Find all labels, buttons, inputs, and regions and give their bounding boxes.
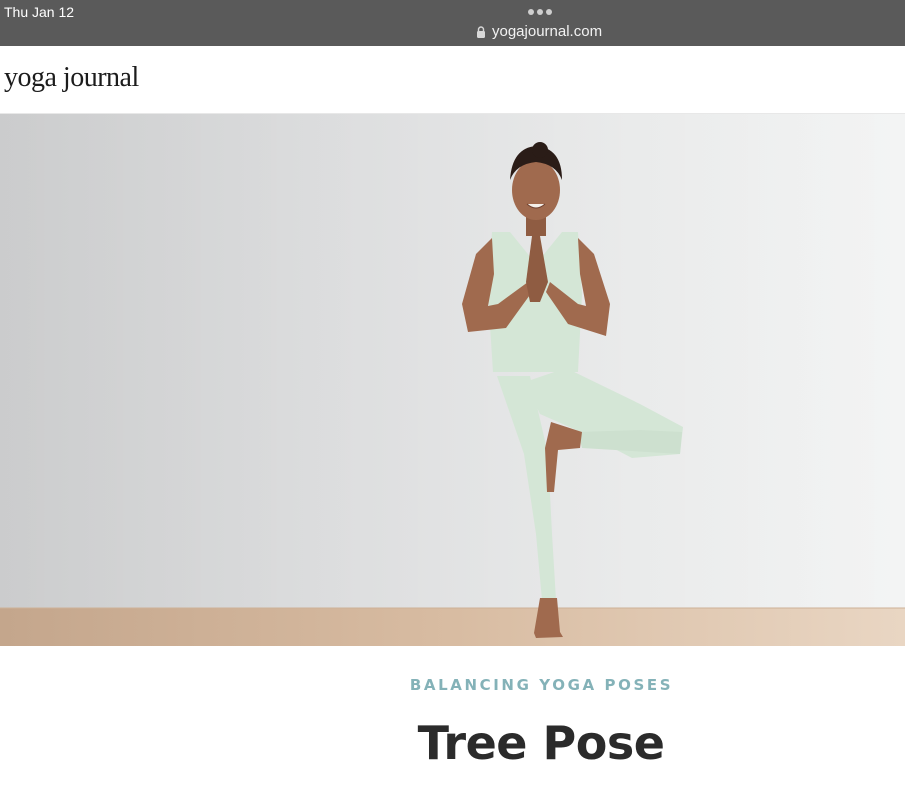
site-logo[interactable]: yoga journal (4, 62, 139, 94)
browser-status-bar: Thu Jan 12 yogajournal.com (0, 0, 905, 46)
tree-pose-illustration (0, 114, 905, 646)
hero-image (0, 114, 905, 646)
url-bar[interactable]: yogajournal.com (476, 23, 602, 40)
article-category[interactable]: BALANCING YOGA POSES (0, 676, 905, 694)
site-header: yoga journal (0, 46, 905, 114)
status-time: Thu Jan 12 (4, 4, 75, 20)
more-dots-icon[interactable] (528, 9, 552, 15)
article-title: Tree Pose (417, 716, 665, 770)
url-text: yogajournal.com (492, 23, 603, 40)
lock-icon (477, 25, 485, 38)
